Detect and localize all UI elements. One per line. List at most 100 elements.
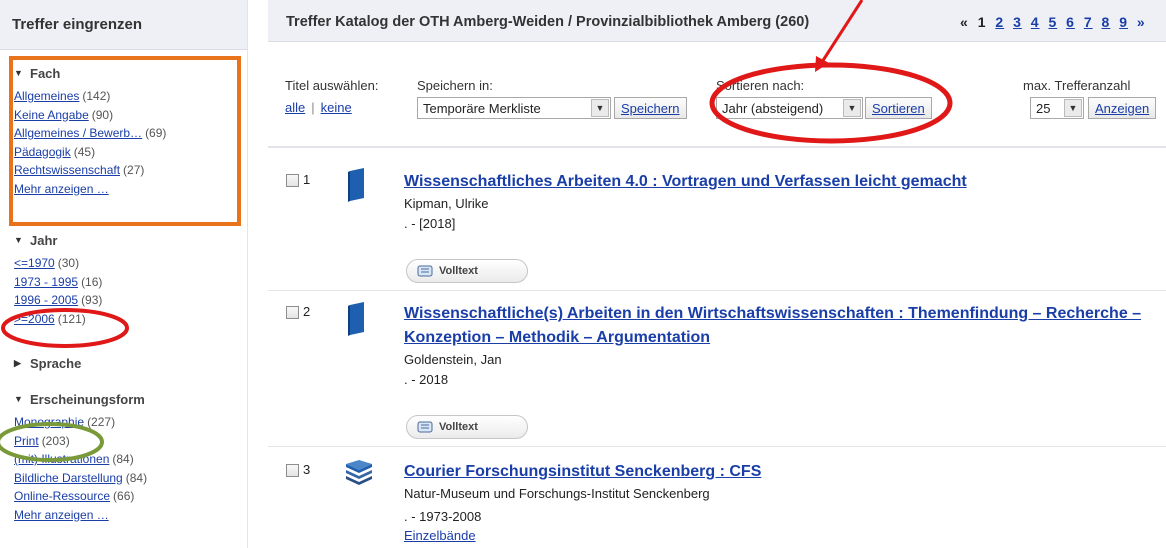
facet-link[interactable]: 1973 - 1995 [14, 275, 78, 289]
select-titles-label: Titel auswählen: [285, 78, 379, 93]
facet-more-link[interactable]: Mehr anzeigen … [14, 182, 109, 196]
result-number: 1 [303, 172, 311, 187]
dropdown-arrow-icon: ▼ [843, 99, 861, 117]
facet-item: <=1970 (30) [14, 254, 102, 273]
result-title-link[interactable]: Wissenschaftliche(s) Arbeiten in den Wir… [404, 302, 1164, 350]
pager-page[interactable]: 2 [995, 14, 1004, 30]
facet-title-label: Jahr [30, 232, 58, 248]
volumes-link[interactable]: Einzelbände [404, 528, 476, 543]
facet-count: (66) [113, 489, 135, 503]
pager-page[interactable]: 8 [1102, 14, 1111, 30]
result-checkbox[interactable] [286, 306, 299, 319]
facet-link[interactable]: Pädagogik [14, 145, 71, 159]
fulltext-label: Volltext [439, 421, 478, 433]
pager-next[interactable]: » [1137, 14, 1146, 30]
sort-label: Sortieren nach: [716, 78, 805, 93]
save-in-label: Speichern in: [417, 78, 493, 93]
facet-link[interactable]: Rechtswissenschaft [14, 163, 120, 177]
result-title-link[interactable]: Wissenschaftliches Arbeiten 4.0 : Vortra… [404, 170, 967, 194]
save-button[interactable]: Speichern [614, 97, 687, 119]
facet-item: 1996 - 2005 (93) [14, 291, 102, 310]
pager-page[interactable]: 5 [1048, 14, 1057, 30]
book-icon [348, 168, 364, 202]
facet-count: (30) [57, 256, 80, 270]
fulltext-icon [417, 265, 433, 277]
pager-prev[interactable]: « [960, 14, 969, 30]
facet-erscheinungsform-toggle[interactable]: ▼ Erscheinungsform [14, 390, 147, 408]
pager-page[interactable]: 4 [1031, 14, 1040, 30]
result-number: 3 [303, 462, 311, 477]
facet-link[interactable]: Allgemeines [14, 89, 79, 103]
facet-link[interactable]: Print [14, 434, 39, 448]
facet-link[interactable]: <=1970 [14, 256, 55, 270]
facet-count: (45) [73, 144, 96, 159]
facet-link[interactable]: Online-Ressource [14, 489, 110, 503]
facet-link[interactable]: (mit) Illustrationen [14, 452, 109, 466]
sidebar-title: Treffer eingrenzen [0, 0, 247, 50]
facet-count: (142) [82, 89, 111, 103]
pager-page[interactable]: 9 [1119, 14, 1128, 30]
sort-select[interactable]: Jahr (absteigend) ▼ [716, 97, 863, 119]
fulltext-button[interactable]: Volltext [406, 259, 528, 283]
fulltext-label: Volltext [439, 265, 478, 277]
fulltext-icon [417, 421, 433, 433]
result-title-link[interactable]: Courier Forschungsinstitut Senckenberg :… [404, 460, 761, 484]
facet-more-link[interactable]: Mehr anzeigen … [14, 508, 109, 522]
facet-item: 1973 - 1995 (16) [14, 273, 102, 292]
facet-item: Online-Ressource (66) [14, 487, 147, 506]
fulltext-button[interactable]: Volltext [406, 415, 528, 439]
result-author: Natur-Museum und Forschungs-Institut Sen… [404, 486, 710, 501]
facet-link[interactable]: Allgemeines / Bewerb… [14, 126, 142, 140]
book-icon [348, 302, 364, 336]
facet-count: (203) [41, 433, 70, 448]
facet-link[interactable]: Keine Angabe [14, 108, 89, 122]
section-divider [268, 146, 1166, 148]
facet-link[interactable]: >=2006 [14, 312, 55, 326]
results-title: Treffer Katalog der OTH Amberg-Weiden / … [286, 14, 810, 30]
facet-title-label: Sprache [30, 355, 82, 371]
triangle-down-icon: ▼ [14, 394, 23, 404]
facet-count: (90) [91, 107, 114, 122]
facet-jahr: ▼ Jahr <=1970 (30) 1973 - 1995 (16) 1996 -… [14, 231, 102, 328]
result-date: . - 1973-2008 [404, 509, 482, 524]
triangle-down-icon: ▼ [14, 235, 23, 245]
result-checkbox[interactable] [286, 174, 299, 187]
facet-item: Print (203) [14, 432, 147, 451]
max-results-label: max. Trefferanzahl [1023, 78, 1131, 93]
facet-count: (121) [57, 311, 86, 326]
select-none-link[interactable]: keine [321, 100, 352, 115]
facet-erscheinungsform: ▼ Erscheinungsform Monographie (227) Prin… [14, 390, 147, 524]
facet-count: (84) [112, 452, 134, 466]
facet-item: Mehr anzeigen … [14, 506, 147, 525]
facet-link[interactable]: Bildliche Darstellung [14, 471, 123, 485]
facet-item: Rechtswissenschaft (27) [14, 161, 166, 180]
facet-sprache: ▶ Sprache [14, 354, 81, 372]
results-panel: Treffer Katalog der OTH Amberg-Weiden / … [268, 0, 1166, 548]
dropdown-arrow-icon: ▼ [591, 99, 609, 117]
triangle-right-icon: ▶ [14, 357, 21, 368]
facet-link[interactable]: Monographie [14, 415, 84, 429]
facet-fach-toggle[interactable]: ▼ Fach [14, 64, 166, 82]
facet-count: (16) [81, 274, 103, 289]
facet-item: >=2006 (121) [14, 310, 102, 329]
pager-page[interactable]: 6 [1066, 14, 1075, 30]
facet-item: Pädagogik (45) [14, 143, 166, 162]
max-results-select[interactable]: 25 ▼ [1030, 97, 1084, 119]
result-separator [268, 446, 1166, 447]
save-target-select[interactable]: Temporäre Merkliste ▼ [417, 97, 611, 119]
facet-item: Monographie (227) [14, 413, 147, 432]
facet-link[interactable]: 1996 - 2005 [14, 293, 78, 307]
pager-page[interactable]: 7 [1084, 14, 1093, 30]
pager-page[interactable]: 3 [1013, 14, 1022, 30]
facet-item: Keine Angabe (90) [14, 106, 166, 125]
sort-value: Jahr (absteigend) [722, 101, 824, 116]
sort-button[interactable]: Sortieren [865, 97, 932, 119]
results-header: Treffer Katalog der OTH Amberg-Weiden / … [268, 0, 1166, 42]
select-links: alle | keine [285, 100, 352, 115]
result-checkbox[interactable] [286, 464, 299, 477]
facet-sprache-toggle[interactable]: ▶ Sprache [14, 354, 81, 372]
facet-title-label: Fach [30, 65, 61, 81]
select-all-link[interactable]: alle [285, 100, 305, 115]
facet-jahr-toggle[interactable]: ▼ Jahr [14, 231, 102, 249]
show-button[interactable]: Anzeigen [1088, 97, 1157, 119]
